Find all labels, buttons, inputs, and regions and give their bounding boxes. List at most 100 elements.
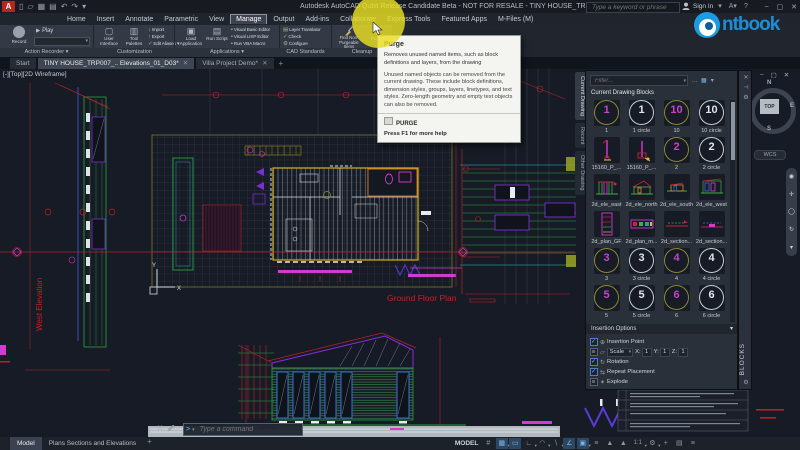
minimize-button[interactable]: – xyxy=(765,3,769,10)
filter-more-button[interactable]: ... xyxy=(692,78,697,84)
panel-label-customization[interactable]: Customization xyxy=(95,49,174,55)
search-input[interactable] xyxy=(590,3,674,12)
sign-in-button[interactable]: Sign In xyxy=(693,3,713,10)
block-item-10-circle[interactable]: 1010 circle xyxy=(694,100,729,137)
viewcube-east[interactable]: E xyxy=(790,103,794,109)
block-item-2d-plan-m[interactable]: 2d_plan_m... xyxy=(624,211,659,248)
annotation-autoscale-icon[interactable]: ▲ xyxy=(617,438,629,449)
new-layout-button[interactable]: + xyxy=(143,437,156,450)
ribbon-tab-manage[interactable]: Manage xyxy=(230,14,267,24)
navbar-more-icon[interactable]: ▾ xyxy=(790,244,793,251)
ribbon-tab-annotate[interactable]: Annotate xyxy=(120,15,158,24)
user-interface-button[interactable]: ▢ User Interface xyxy=(97,26,121,47)
undo-icon[interactable]: ↶ xyxy=(61,1,68,12)
configure-button[interactable]: ⚙Configure xyxy=(283,41,308,48)
block-item-5-circle[interactable]: 55 circle xyxy=(624,285,659,322)
annotation-monitor-icon[interactable]: + xyxy=(660,438,672,449)
checkbox-insertion-point[interactable] xyxy=(590,338,598,346)
palette-properties-icon[interactable]: ⚙ xyxy=(739,94,753,101)
checkbox-repeat-placement[interactable] xyxy=(590,368,598,376)
checkbox-explode[interactable] xyxy=(590,378,598,386)
scale-y-field[interactable]: 1 xyxy=(660,348,670,357)
pan-icon[interactable]: ✛ xyxy=(789,191,794,198)
ortho-icon[interactable]: ∟▾ xyxy=(523,438,535,449)
file-tab-close-icon[interactable]: ✕ xyxy=(183,60,188,67)
block-item-15160-p[interactable]: 15160_P_... xyxy=(589,137,624,174)
palette-autohide-icon[interactable]: ⊣ xyxy=(739,84,753,91)
export-button[interactable]: ↑Export xyxy=(148,34,164,41)
block-item-2d-section[interactable]: 2d_section... xyxy=(659,211,694,248)
command-caret-icon[interactable]: ▾ xyxy=(192,427,195,433)
import-button[interactable]: ↓Import xyxy=(148,27,164,34)
palette-gear-icon[interactable]: ⚙ xyxy=(739,379,753,386)
file-tab-tiny-house-trp007-elevations-01-d03[interactable]: TINY HOUSE_TRP007_.. Elevations_01_D03*✕ xyxy=(38,58,194,69)
help-search-box[interactable] xyxy=(586,2,680,13)
doc-restore-button[interactable]: ▢ xyxy=(771,71,777,79)
blocks-filter-input[interactable] xyxy=(593,77,681,85)
osnap-icon[interactable]: ▣▾ xyxy=(577,438,589,449)
action-macro-combobox[interactable] xyxy=(34,37,90,46)
block-item-2d-plan-gf[interactable]: 2d_plan_GF xyxy=(589,211,624,248)
annotation-scale-label[interactable]: 1:1▾ xyxy=(631,438,645,449)
ribbon-tab-m-files-m[interactable]: M-Files (M) xyxy=(493,15,538,24)
block-item-1[interactable]: 11 xyxy=(589,100,624,137)
viewcube-south[interactable]: S xyxy=(767,126,771,132)
visual-basic-editor-button[interactable]: ▪Visual Basic Editor xyxy=(231,27,270,34)
customize-icon[interactable]: ≡ xyxy=(687,438,699,449)
snap-icon[interactable]: ▦▾ xyxy=(496,438,508,449)
open-icon[interactable]: ▱ xyxy=(27,1,33,12)
plot-icon[interactable]: ▤ xyxy=(49,1,57,12)
save-icon[interactable]: ▦ xyxy=(38,1,46,12)
block-item-2d-section[interactable]: 2d_section... xyxy=(694,211,729,248)
record-button[interactable]: Record xyxy=(6,26,32,47)
ribbon-tab-insert[interactable]: Insert xyxy=(92,15,120,24)
command-close-icon[interactable]: ✕ xyxy=(157,424,163,432)
file-tab-close-icon[interactable]: ✕ xyxy=(262,60,267,67)
check-button[interactable]: ✓Check xyxy=(283,34,301,41)
ribbon-tab-add-ins[interactable]: Add-ins xyxy=(300,15,334,24)
block-item-2d-ele-south[interactable]: 2d_ele_south xyxy=(659,174,694,211)
palette-close-icon[interactable]: ✕ xyxy=(739,74,753,81)
orbit-icon[interactable]: ↻ xyxy=(789,226,794,233)
user-icon[interactable] xyxy=(682,2,690,10)
cart-icon[interactable]: ▾ xyxy=(718,2,722,10)
command-input[interactable] xyxy=(198,425,288,434)
lineweight-icon[interactable]: ≡ xyxy=(590,438,602,449)
block-item-2-circle[interactable]: 22 circle xyxy=(694,137,729,174)
block-item-2d-ele-west[interactable]: 2d_ele_west xyxy=(694,174,729,211)
autodesk-a-icon[interactable]: A▾ xyxy=(729,2,737,10)
qat-dropdown-icon[interactable]: ▾ xyxy=(82,1,86,12)
doc-close-button[interactable]: ✕ xyxy=(784,71,789,79)
layout-tab-model[interactable]: Model xyxy=(10,437,42,450)
block-item-1-circle[interactable]: 11 circle xyxy=(624,100,659,137)
ribbon-tab-parametric[interactable]: Parametric xyxy=(159,15,203,24)
viewcube-top-face[interactable]: TOP xyxy=(760,99,779,114)
osnap-tracking-icon[interactable]: ∠ xyxy=(563,438,575,449)
run-script-button[interactable]: ▤ Run Script xyxy=(206,26,228,47)
block-item-4[interactable]: 44 xyxy=(659,248,694,285)
annotation-visibility-icon[interactable]: ▲ xyxy=(604,438,616,449)
viewport-controls-label[interactable]: [-][Top][2D Wireframe] xyxy=(3,71,67,78)
wcs-dropdown[interactable]: WCS xyxy=(754,150,786,160)
block-item-3[interactable]: 33 xyxy=(589,248,624,285)
ribbon-tab-view[interactable]: View xyxy=(204,15,229,24)
help-icon[interactable]: ? xyxy=(744,3,748,10)
insertion-option-rotation[interactable]: ↻Rotation xyxy=(590,357,735,367)
grid-icon[interactable]: # xyxy=(482,438,494,449)
block-item-5[interactable]: 55 xyxy=(589,285,624,322)
scale-x-field[interactable]: 1 xyxy=(642,348,652,357)
insertion-option-explode[interactable]: ✶Explode xyxy=(590,377,735,387)
zoom-icon[interactable]: ◯ xyxy=(788,208,795,215)
new-icon[interactable]: ▯ xyxy=(19,1,23,12)
autocad-app-icon[interactable]: A xyxy=(2,1,15,12)
run-vba-macro-button[interactable]: ▪Run VBA Macro xyxy=(231,41,265,48)
new-drawing-tab-button[interactable]: + xyxy=(276,58,287,69)
isodraft-icon[interactable]: ∖▾ xyxy=(550,438,562,449)
view-options-icon[interactable]: ▦ xyxy=(701,77,707,84)
workspace-gear-icon[interactable]: ⚙▾ xyxy=(646,438,658,449)
scale-z-field[interactable]: 1 xyxy=(678,348,688,357)
block-item-2[interactable]: 22 xyxy=(659,137,694,174)
viewcube-north[interactable]: N xyxy=(767,80,771,86)
doc-minimize-button[interactable]: – xyxy=(760,71,764,79)
insertion-option-insertion-point[interactable]: ⊕Insertion Point xyxy=(590,337,735,347)
